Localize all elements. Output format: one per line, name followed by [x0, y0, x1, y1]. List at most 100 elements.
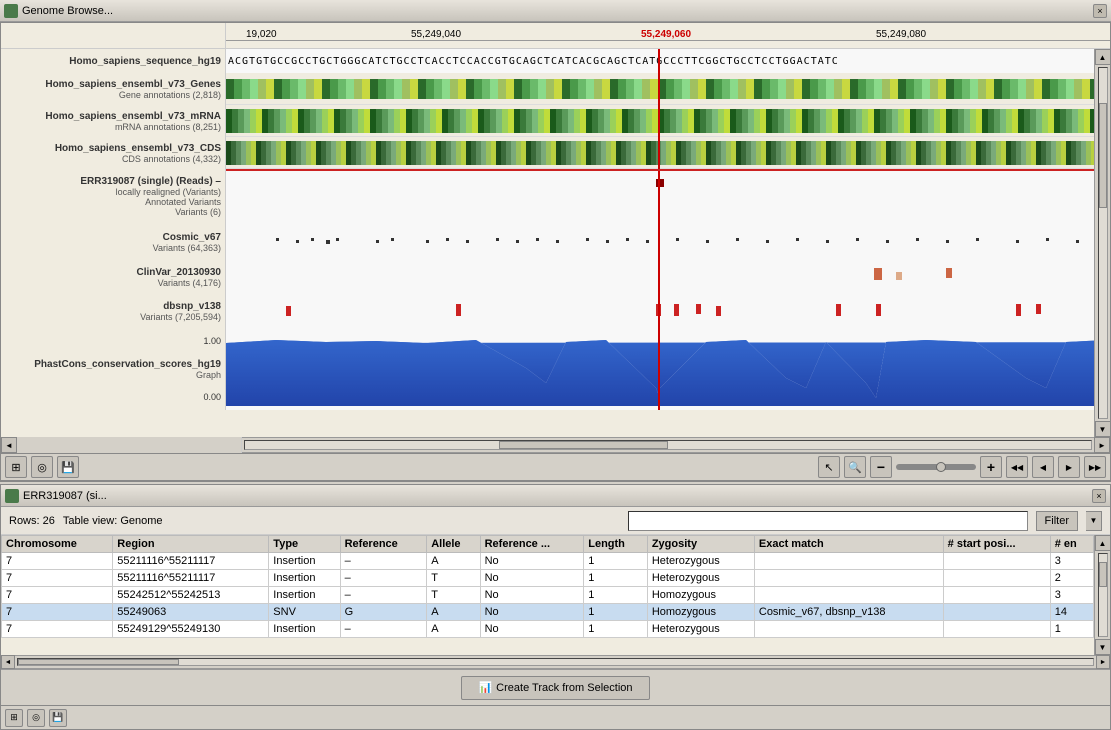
cosmic-dot [466, 240, 469, 243]
bottom-target-btn[interactable]: ◎ [27, 709, 45, 727]
dbsnp-marker [696, 304, 701, 314]
dbsnp-marker [1016, 304, 1021, 316]
col-reference[interactable]: Reference [340, 536, 427, 553]
col-exact[interactable]: Exact match [754, 536, 943, 553]
cosmic-dot [326, 240, 330, 244]
cosmic-dot [586, 238, 589, 241]
variants-track: ERR319087 (single) (Reads) – locally rea… [1, 169, 1094, 224]
skip-end-button[interactable]: ▶▶ [1084, 456, 1106, 478]
cosmic-dot [676, 238, 679, 241]
scroll-right-btn[interactable]: ► [1094, 437, 1110, 453]
clinvar-track-sub: Variants (4,176) [158, 278, 221, 288]
scroll-up-button[interactable]: ▲ [1095, 49, 1111, 65]
coord-label-2: 55,249,040 [411, 29, 461, 40]
table-hscroll-track[interactable] [17, 658, 1094, 666]
window-title: Genome Browse... [22, 5, 1093, 17]
skip-start-button[interactable]: ◀◀ [1006, 456, 1028, 478]
cds-track-name: Homo_sapiens_ensembl_v73_CDS [55, 143, 221, 154]
col-en[interactable]: # en [1050, 536, 1093, 553]
conservation-max: 1.00 [203, 336, 221, 346]
col-length[interactable]: Length [584, 536, 648, 553]
create-track-area: 📊 Create Track from Selection [1, 669, 1110, 705]
scroll-thumb-v[interactable] [1099, 103, 1107, 208]
coord-label-3: 55,249,060 [641, 29, 691, 40]
dbsnp-marker [656, 304, 661, 316]
filter-dropdown-button[interactable]: ▼ [1086, 511, 1102, 531]
scroll-track-h[interactable] [244, 440, 1092, 450]
cosmic-dot [606, 240, 609, 243]
bottom-grid-btn[interactable]: ⊞ [5, 709, 23, 727]
dbsnp-marker [716, 306, 721, 316]
coord-ruler: 19,020 55,249,040 55,249,060 55,249,080 … [1, 23, 1110, 49]
scroll-track-v[interactable] [1098, 67, 1108, 419]
table-row[interactable]: 755249063SNVGANo1HomozygousCosmic_v67, d… [2, 604, 1094, 621]
dbsnp-marker [286, 306, 291, 316]
table-vscrollbar[interactable]: ▲ ▼ [1094, 535, 1110, 655]
cosmic-dot [556, 240, 559, 243]
table-scroll-track[interactable] [1098, 553, 1108, 637]
cosmic-dot [376, 240, 379, 243]
next-button[interactable]: ▶ [1058, 456, 1080, 478]
table-scroll-right[interactable]: ► [1096, 655, 1110, 669]
cosmic-dot [391, 238, 394, 241]
horizontal-scrollbar[interactable]: ◄ ► [1, 437, 1110, 453]
cosmic-dot [766, 240, 769, 243]
dbsnp-track: dbsnp_v138 Variants (7,205,594) [1, 294, 1094, 328]
table-row[interactable]: 755242512^55242513Insertion–TNo1Homozygo… [2, 587, 1094, 604]
conservation-min: 0.00 [203, 392, 221, 402]
prev-button[interactable]: ◀ [1032, 456, 1054, 478]
cosmic-dot [1046, 238, 1049, 241]
cosmic-track-name: Cosmic_v67 [163, 232, 221, 243]
cds-track: Homo_sapiens_ensembl_v73_CDS CDS annotat… [1, 137, 1094, 169]
scroll-left-btn[interactable]: ◄ [1, 437, 17, 453]
table-hscroll-thumb[interactable] [18, 659, 179, 665]
col-chromosome[interactable]: Chromosome [2, 536, 113, 553]
dbsnp-marker [1036, 304, 1041, 314]
rows-info: Rows: 26 [9, 515, 55, 527]
vertical-scrollbar[interactable]: ▲ ▼ [1094, 49, 1110, 437]
col-startpos[interactable]: # start posi... [943, 536, 1050, 553]
target-button[interactable]: ◎ [31, 456, 53, 478]
col-type[interactable]: Type [269, 536, 340, 553]
close-button[interactable]: × [1093, 4, 1107, 18]
table-scroll-left[interactable]: ◄ [1, 655, 15, 669]
zoom-button[interactable]: 🔍 [844, 456, 866, 478]
create-track-button[interactable]: 📊 Create Track from Selection [461, 676, 649, 700]
bottom-save-btn[interactable]: 💾 [49, 709, 67, 727]
col-refdot[interactable]: Reference ... [480, 536, 584, 553]
conservation-graph [226, 328, 1094, 410]
variant-marker [656, 179, 664, 187]
genome-toolbar: ⊞ ◎ 💾 ↖ 🔍 − + ◀◀ ◀ ▶ ▶▶ [1, 453, 1110, 481]
table-hscrollbar[interactable]: ◄ ► [1, 655, 1110, 669]
col-region[interactable]: Region [113, 536, 269, 553]
cosmic-dot [1016, 240, 1019, 243]
lower-close-button[interactable]: × [1092, 489, 1106, 503]
mrna-track-sub: mRNA annotations (8,251) [115, 122, 221, 132]
zoom-slider-thumb[interactable] [936, 462, 946, 472]
cursor-button[interactable]: ↖ [818, 456, 840, 478]
filter-button[interactable]: Filter [1036, 511, 1078, 531]
table-scroll-up[interactable]: ▲ [1095, 535, 1111, 551]
zoom-in-button[interactable]: + [980, 456, 1002, 478]
table-row[interactable]: 755211116^55211117Insertion–ANo1Heterozy… [2, 553, 1094, 570]
cosmic-dot [496, 238, 499, 241]
zoom-out-button[interactable]: − [870, 456, 892, 478]
save-button[interactable]: 💾 [57, 456, 79, 478]
col-zygosity[interactable]: Zygosity [647, 536, 754, 553]
table-search-input[interactable] [628, 511, 1028, 531]
cds-track-sub: CDS annotations (4,332) [122, 154, 221, 164]
cosmic-dot [826, 240, 829, 243]
col-allele[interactable]: Allele [427, 536, 480, 553]
scroll-thumb-h[interactable] [499, 441, 668, 449]
table-row[interactable]: 755211116^55211117Insertion–TNo1Heterozy… [2, 570, 1094, 587]
gene-track-sub: Gene annotations (2,818) [119, 90, 221, 100]
cosmic-dot [886, 240, 889, 243]
clinvar-marker [874, 268, 882, 280]
table-scroll-down[interactable]: ▼ [1095, 639, 1111, 655]
table-scroll-thumb[interactable] [1099, 562, 1107, 587]
table-row[interactable]: 755249129^55249130Insertion–ANo1Heterozy… [2, 621, 1094, 638]
grid-button[interactable]: ⊞ [5, 456, 27, 478]
scroll-down-button[interactable]: ▼ [1095, 421, 1111, 437]
cosmic-dot [516, 240, 519, 243]
zoom-slider[interactable] [896, 464, 976, 470]
